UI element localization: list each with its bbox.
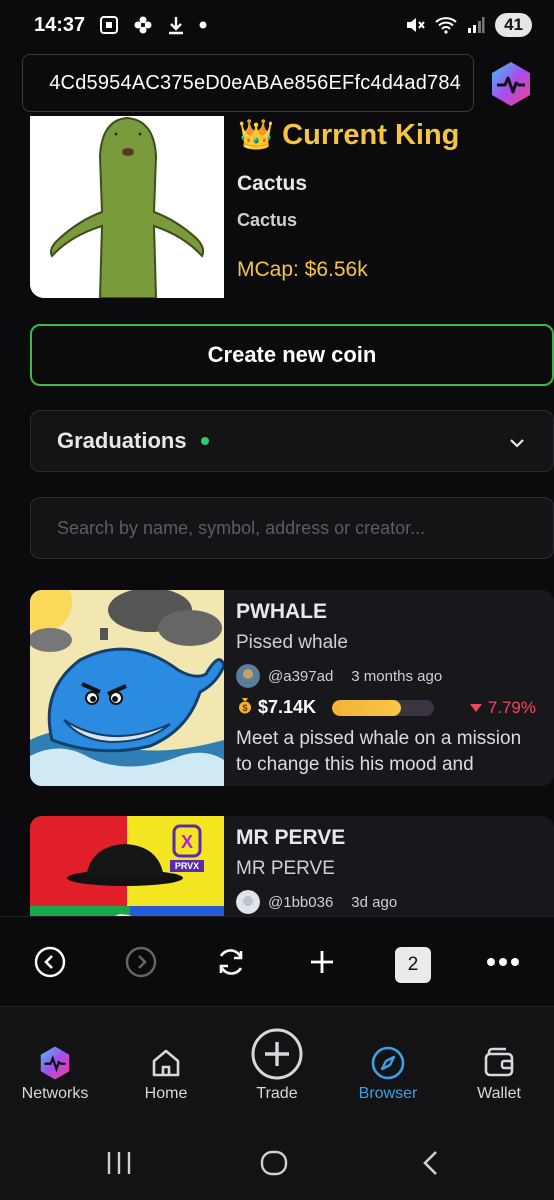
- back-arrow-icon: [34, 946, 66, 978]
- creator-avatar: [236, 890, 260, 914]
- nav-networks-label: Networks: [21, 1085, 89, 1102]
- coin-card[interactable]: PWHALE Pissed whale @a397ad 3 months ago…: [30, 590, 554, 786]
- nav-home[interactable]: Home: [111, 1007, 221, 1127]
- bonding-progress-fill: [332, 699, 402, 716]
- pump-logo-button[interactable]: [487, 60, 535, 108]
- back-system-button[interactable]: [416, 1148, 446, 1178]
- coin-mcap: $7.14K: [258, 697, 317, 717]
- coin-card[interactable]: X PRVX MR PERVE MR PERVE @1bb036 3d ago: [30, 816, 554, 916]
- new-tab-button[interactable]: [305, 945, 339, 979]
- browser-address-bar: 4Cd5954AC375eD0eABAe856EFfc4d4ad784: [0, 50, 554, 116]
- home-system-button[interactable]: [259, 1148, 289, 1178]
- reload-button[interactable]: [214, 945, 248, 979]
- forward-button[interactable]: [124, 945, 158, 979]
- coin-description: Meet a pissed whale on a mission to chan…: [236, 728, 522, 775]
- coin-search-input[interactable]: [57, 517, 527, 539]
- battery-indicator: 41: [495, 13, 532, 37]
- create-new-coin-button[interactable]: Create new coin: [30, 324, 554, 386]
- created-time: 3 months ago: [351, 667, 443, 685]
- coin-subtitle: Pissed whale: [236, 632, 348, 653]
- svg-text:PRVX: PRVX: [175, 861, 199, 871]
- king-coin-mcap: MCap: $6.56k: [237, 258, 368, 281]
- coin-subtitle: MR PERVE: [236, 858, 335, 879]
- compass-icon: [370, 1045, 406, 1081]
- creator-row: @1bb036 3d ago: [236, 890, 397, 914]
- bonding-progress-bar: [332, 699, 435, 716]
- nav-trade[interactable]: Trade: [222, 1007, 332, 1127]
- bottom-navigation: Networks Home Trade Browser Wallet: [0, 1006, 554, 1126]
- dot-icon: [199, 21, 207, 29]
- pulse-logo-icon: [492, 62, 530, 106]
- recent-apps-button[interactable]: [104, 1148, 134, 1178]
- nav-home-label: Home: [144, 1085, 188, 1102]
- nav-wallet[interactable]: Wallet: [444, 1007, 554, 1127]
- plus-icon: [311, 951, 333, 973]
- nav-networks[interactable]: Networks: [0, 1007, 110, 1127]
- nav-wallet-label: Wallet: [477, 1085, 521, 1102]
- home-icon: [148, 1045, 184, 1081]
- live-status-dot: [200, 437, 209, 445]
- url-field[interactable]: 4Cd5954AC375eD0eABAe856EFfc4d4ad784: [22, 54, 474, 112]
- back-button[interactable]: [33, 945, 67, 979]
- king-coin-symbol: Cactus: [237, 210, 298, 230]
- money-bag-icon: $: [236, 696, 254, 719]
- refresh-icon: [219, 949, 243, 975]
- more-menu-button[interactable]: [486, 945, 520, 979]
- coin-image: X PRVX: [30, 816, 224, 916]
- networks-icon: [37, 1045, 73, 1081]
- mcap-row: $ $7.14K 7.79%: [236, 696, 536, 719]
- web-content: 👑 Current King Cactus Cactus MCap: $6.56…: [0, 116, 554, 916]
- system-navigation-bar: [0, 1126, 554, 1200]
- nav-trade-label: Trade: [256, 1085, 298, 1102]
- graduations-label: Graduations: [57, 428, 187, 453]
- king-coin-image[interactable]: [30, 116, 224, 298]
- coin-search-box: [30, 497, 554, 559]
- status-bar: 14:37 41: [0, 0, 554, 50]
- forward-arrow-icon: [125, 946, 157, 978]
- created-time: 3d ago: [351, 893, 398, 911]
- coin-name: PWHALE: [236, 600, 327, 623]
- creator-row: @a397ad 3 months ago: [236, 664, 442, 688]
- browser-toolbar: 2: [0, 916, 554, 1006]
- flower-icon: [133, 15, 153, 35]
- king-coin-name[interactable]: Cactus: [237, 172, 307, 196]
- chevron-down-icon: [509, 428, 525, 454]
- creator-handle[interactable]: @1bb036: [268, 894, 333, 911]
- url-text: 4Cd5954AC375eD0eABAe856EFfc4d4ad784: [49, 71, 461, 94]
- recent-apps-icon: [107, 1152, 131, 1174]
- creator-avatar: [236, 664, 260, 688]
- trade-plus-icon: [250, 1027, 304, 1081]
- home-circle-icon: [260, 1150, 288, 1176]
- graduations-dropdown[interactable]: Graduations: [30, 410, 554, 472]
- creator-handle[interactable]: @a397ad: [268, 668, 333, 685]
- svg-text:X: X: [181, 832, 193, 852]
- coin-name: MR PERVE: [236, 826, 346, 849]
- down-triangle-icon: [469, 703, 482, 712]
- tabs-button[interactable]: 2: [395, 947, 431, 983]
- current-king-title: 👑 Current King: [238, 119, 460, 151]
- back-chevron-icon: [423, 1151, 437, 1175]
- wifi-icon: [435, 16, 457, 34]
- price-change-value: 7.79%: [487, 697, 536, 717]
- svg-text:$: $: [242, 703, 247, 713]
- price-change: 7.79%: [469, 697, 536, 718]
- prvx-badge-logo: X PRVX: [170, 824, 204, 872]
- download-icon: [167, 15, 185, 35]
- screenshot-icon: [99, 15, 119, 35]
- status-time: 14:37: [34, 13, 86, 36]
- nav-browser[interactable]: Browser: [333, 1007, 443, 1127]
- more-dots-icon: [487, 958, 519, 966]
- wallet-icon: [481, 1045, 517, 1081]
- mute-icon: [405, 15, 425, 35]
- signal-icon: [467, 16, 485, 34]
- coin-image: [30, 590, 224, 786]
- nav-browser-label: Browser: [358, 1085, 418, 1102]
